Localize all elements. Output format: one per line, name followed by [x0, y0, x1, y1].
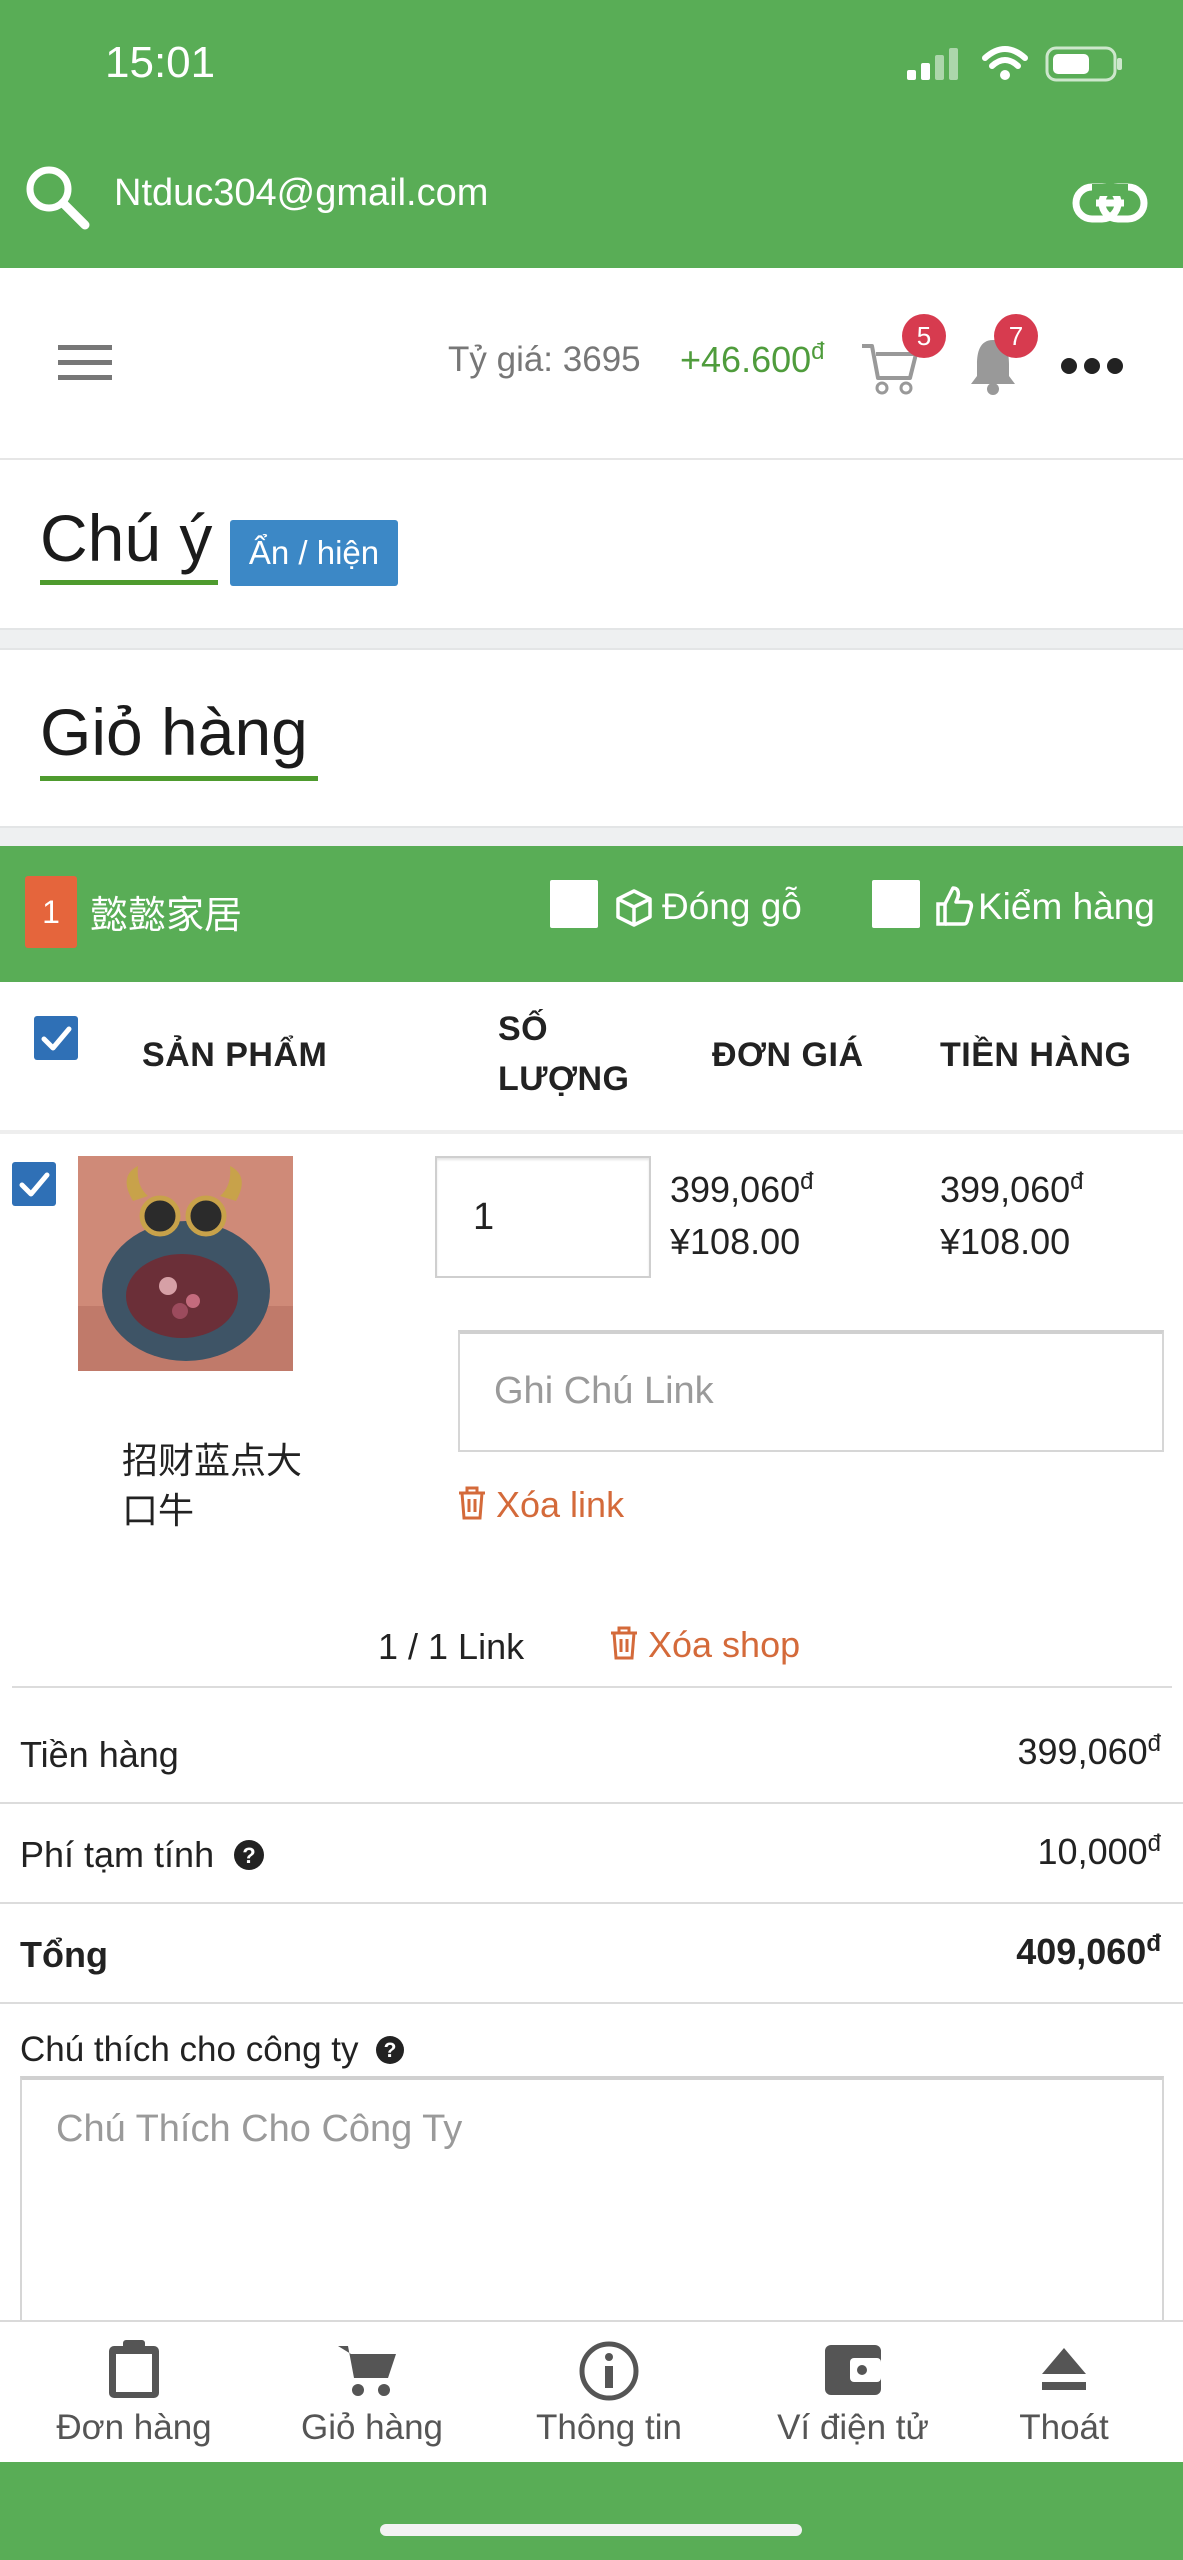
clipboard-icon[interactable]: [106, 2338, 162, 2400]
svg-text:?: ?: [242, 1843, 255, 1868]
delete-shop-button[interactable]: Xóa shop: [608, 1624, 800, 1666]
header-qty-line2: LƯỢNG: [498, 1060, 630, 1098]
total-value: 409,060đ: [1016, 1930, 1161, 1972]
tab-logout[interactable]: Thoát: [944, 2408, 1183, 2448]
search-icon[interactable]: [22, 162, 92, 232]
company-note-input[interactable]: Chú Thích Cho Công Ty: [20, 2076, 1164, 2342]
link-icon[interactable]: [1072, 178, 1148, 228]
header-unit-price: ĐƠN GIÁ: [712, 1036, 864, 1074]
exchange-rate: Tỷ giá: 3695: [448, 340, 641, 379]
section-divider: [0, 826, 1183, 848]
divider: [12, 1686, 1172, 1688]
wallet-balance[interactable]: +46.600đ: [680, 338, 825, 381]
svg-text:?: ?: [384, 2039, 397, 2062]
shop-name: 懿懿家居: [90, 895, 243, 937]
battery-icon: [1045, 46, 1122, 82]
more-icon[interactable]: [1060, 356, 1124, 376]
home-indicator[interactable]: [380, 2524, 802, 2536]
checkmark-icon: [41, 1026, 72, 1051]
checkmark-icon: [19, 1172, 50, 1197]
cart-badge: 5: [902, 314, 946, 358]
subtotal-value: 399,060đ: [1017, 1730, 1162, 1772]
select-all-checkbox[interactable]: [34, 1016, 78, 1060]
notice-title: Chú ý: [40, 501, 213, 575]
notice-toggle-button[interactable]: Ẩn / hiện: [230, 520, 398, 586]
company-note-label: Chú thích cho công ty ?: [20, 2030, 406, 2070]
subtotal-label: Tiền hàng: [20, 1734, 179, 1775]
thumbs-up-icon: [936, 886, 974, 926]
tab-info[interactable]: Thông tin: [489, 2408, 729, 2448]
section-divider: [0, 628, 1183, 650]
total-label: Tổng: [20, 1934, 108, 1975]
info-icon[interactable]: [578, 2340, 640, 2402]
tab-wallet[interactable]: Ví điện tử: [733, 2408, 973, 2448]
item-checkbox[interactable]: [12, 1162, 56, 1206]
eject-icon[interactable]: [1040, 2346, 1088, 2392]
product-name[interactable]: 招财蓝点大 口牛: [122, 1436, 302, 1536]
signal-icon: [907, 48, 958, 80]
delete-link-button[interactable]: Xóa link: [456, 1484, 624, 1526]
trash-icon: [459, 1486, 485, 1520]
item-total: 399,060đ ¥108.00: [940, 1168, 1084, 1262]
inspect-label: Kiểm hàng: [978, 886, 1155, 927]
notification-badge: 7: [994, 314, 1038, 358]
link-note-input[interactable]: Ghi Chú Link: [458, 1330, 1164, 1452]
cart-title-underline: [40, 776, 318, 781]
header-qty-line1: SỐ: [498, 1010, 549, 1048]
quantity-input[interactable]: 1: [435, 1156, 651, 1278]
url-text[interactable]: Ntduc304@gmail.com: [114, 172, 488, 215]
fee-value: 10,000đ: [1037, 1830, 1161, 1872]
notice-title-underline: [40, 580, 218, 585]
menu-icon[interactable]: [58, 343, 112, 383]
cart-title: Giỏ hàng: [40, 695, 308, 769]
box-icon: [616, 889, 652, 927]
header-product: SẢN PHẨM: [142, 1036, 328, 1074]
help-icon[interactable]: ?: [232, 1838, 266, 1872]
fee-label: Phí tạm tính ?: [20, 1834, 266, 1876]
wood-pack-checkbox[interactable]: [550, 880, 598, 928]
header-total: TIỀN HÀNG: [940, 1036, 1132, 1074]
fee-row: Phí tạm tính ? 10,000đ: [0, 1804, 1183, 1904]
product-image[interactable]: [78, 1156, 293, 1371]
link-count: 1 / 1 Link: [378, 1626, 525, 1667]
shop-index: 1: [25, 876, 77, 948]
inspect-checkbox[interactable]: [872, 880, 920, 928]
wifi-icon: [982, 46, 1028, 80]
subtotal-row: Tiền hàng 399,060đ: [0, 1704, 1183, 1804]
cart-tab-icon[interactable]: [336, 2342, 402, 2400]
help-icon[interactable]: ?: [374, 2034, 406, 2066]
tab-cart[interactable]: Giỏ hàng: [252, 2408, 492, 2448]
status-time: 15:01: [105, 38, 216, 87]
wood-pack-label: Đóng gỗ: [662, 886, 802, 927]
total-row: Tổng 409,060đ: [0, 1904, 1183, 2004]
trash-icon: [611, 1626, 637, 1660]
home-indicator-area: [0, 2462, 1183, 2560]
tab-orders[interactable]: Đơn hàng: [14, 2408, 254, 2448]
unit-price: 399,060đ ¥108.00: [670, 1168, 814, 1262]
wallet-icon[interactable]: [822, 2340, 884, 2398]
